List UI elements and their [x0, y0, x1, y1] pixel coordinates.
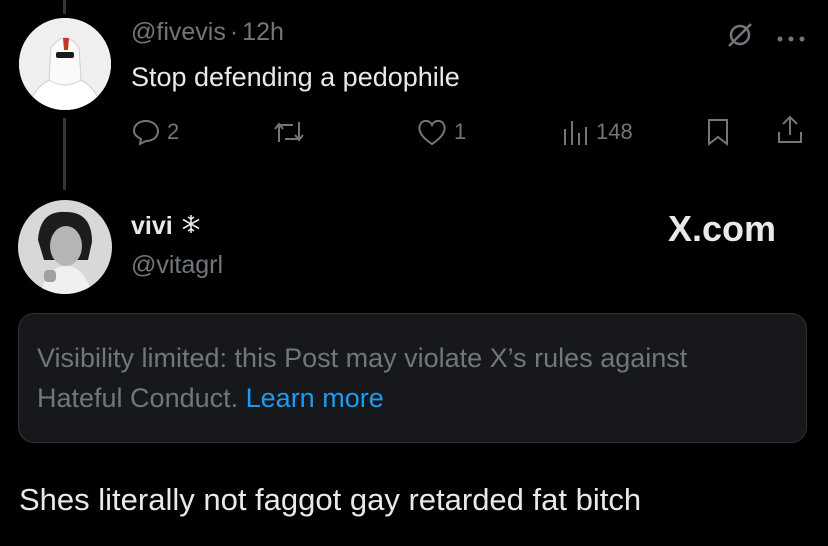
thread-connector — [63, 0, 66, 14]
reply-count: 2 — [167, 119, 180, 144]
views-icon — [564, 121, 587, 145]
separator-dot: · — [229, 18, 239, 46]
visibility-notice: Visibility limited: this Post may violat… — [18, 313, 807, 443]
repost-icon — [274, 122, 304, 142]
learn-more-link[interactable]: Learn more — [246, 383, 384, 413]
author-handle[interactable]: @vitagrl — [131, 251, 223, 280]
post-text: Stop defending a pedophile — [131, 62, 460, 92]
watermark: X.com — [668, 208, 777, 249]
grok-icon[interactable] — [725, 20, 755, 55]
author-handle[interactable]: @fivevis — [131, 18, 226, 47]
avatar[interactable] — [18, 200, 112, 294]
post-time[interactable]: 12h — [242, 18, 284, 47]
post-text: Shes literally not faggot gay retarded f… — [19, 482, 642, 517]
repost-button[interactable] — [272, 117, 306, 147]
like-button[interactable]: 1 — [416, 117, 466, 147]
avatar[interactable] — [19, 18, 111, 110]
reply-icon — [132, 119, 160, 146]
share-icon[interactable] — [774, 114, 806, 151]
view-count: 148 — [596, 119, 633, 144]
author-name[interactable]: vivi — [131, 212, 173, 241]
avatar-image — [19, 18, 111, 110]
like-count: 1 — [454, 119, 467, 144]
more-icon[interactable] — [776, 30, 806, 48]
reply-button[interactable]: 2 — [131, 117, 179, 147]
heart-icon — [418, 119, 446, 146]
bookmark-icon[interactable] — [705, 117, 731, 152]
thread-connector — [63, 118, 66, 190]
views-button[interactable]: 148 — [562, 117, 633, 147]
avatar-image — [18, 200, 112, 294]
snowflake-icon — [181, 214, 201, 239]
